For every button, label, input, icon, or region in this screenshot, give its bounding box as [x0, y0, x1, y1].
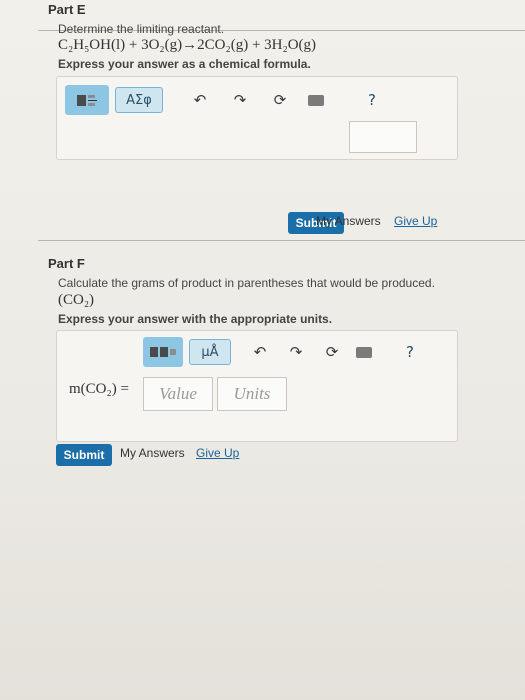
keyboard-icon[interactable] — [351, 339, 377, 365]
undo-icon[interactable]: ↶ — [247, 339, 273, 365]
part-e-title: Part E — [48, 2, 86, 17]
mid-divider — [38, 240, 525, 241]
units-input[interactable]: Units — [217, 377, 287, 411]
undo-icon[interactable]: ↶ — [187, 87, 213, 113]
part-e-instruction: Determine the limiting reactant. — [58, 22, 225, 36]
part-f-answer-panel: μÅ ↶ ↷ ⟳ ? m(CO₂) = Value Units — [56, 330, 458, 442]
part-f-title: Part F — [48, 256, 85, 271]
value-input[interactable]: Value — [143, 377, 213, 411]
help-icon[interactable]: ? — [359, 87, 385, 113]
part-f-toolbar: μÅ ↶ ↷ ⟳ ? — [143, 335, 443, 369]
help-icon[interactable]: ? — [397, 339, 423, 365]
part-e-equation: C₂H₅OH(l) + 3O₂(g)→2CO₂(g) + 3H₂O(g) — [58, 37, 317, 53]
units-button[interactable]: μÅ — [189, 339, 231, 365]
part-f-product: (CO₂) — [58, 292, 95, 308]
template-icon[interactable] — [65, 85, 109, 115]
part-f-my-answers-link[interactable]: My Answers — [120, 446, 185, 460]
redo-icon[interactable]: ↷ — [283, 339, 309, 365]
part-e-my-answers-link[interactable]: My Answers — [316, 214, 381, 228]
page: Part E Determine the limiting reactant. … — [0, 0, 525, 700]
part-e-answer-panel: ΑΣφ ↶ ↷ ⟳ ? — [56, 76, 458, 160]
part-f-instruction: Calculate the grams of product in parent… — [58, 276, 435, 290]
part-f-note: Express your answer with the appropriate… — [58, 312, 333, 326]
keyboard-icon[interactable] — [303, 87, 329, 113]
part-f-give-up-link[interactable]: Give Up — [196, 446, 239, 460]
reset-icon[interactable]: ⟳ — [319, 339, 345, 365]
symbol-button[interactable]: ΑΣφ — [115, 87, 163, 113]
part-e-toolbar: ΑΣφ ↶ ↷ ⟳ ? — [65, 83, 449, 117]
part-e-give-up-link[interactable]: Give Up — [394, 214, 437, 228]
part-f-submit-button[interactable]: Submit — [56, 444, 112, 466]
part-f-answer-label: m(CO₂) = — [69, 381, 129, 397]
part-e-note: Express your answer as a chemical formul… — [58, 57, 311, 71]
part-e-answer-input[interactable] — [349, 121, 417, 153]
redo-icon[interactable]: ↷ — [227, 87, 253, 113]
template-icon[interactable] — [143, 337, 183, 367]
reset-icon[interactable]: ⟳ — [267, 87, 293, 113]
